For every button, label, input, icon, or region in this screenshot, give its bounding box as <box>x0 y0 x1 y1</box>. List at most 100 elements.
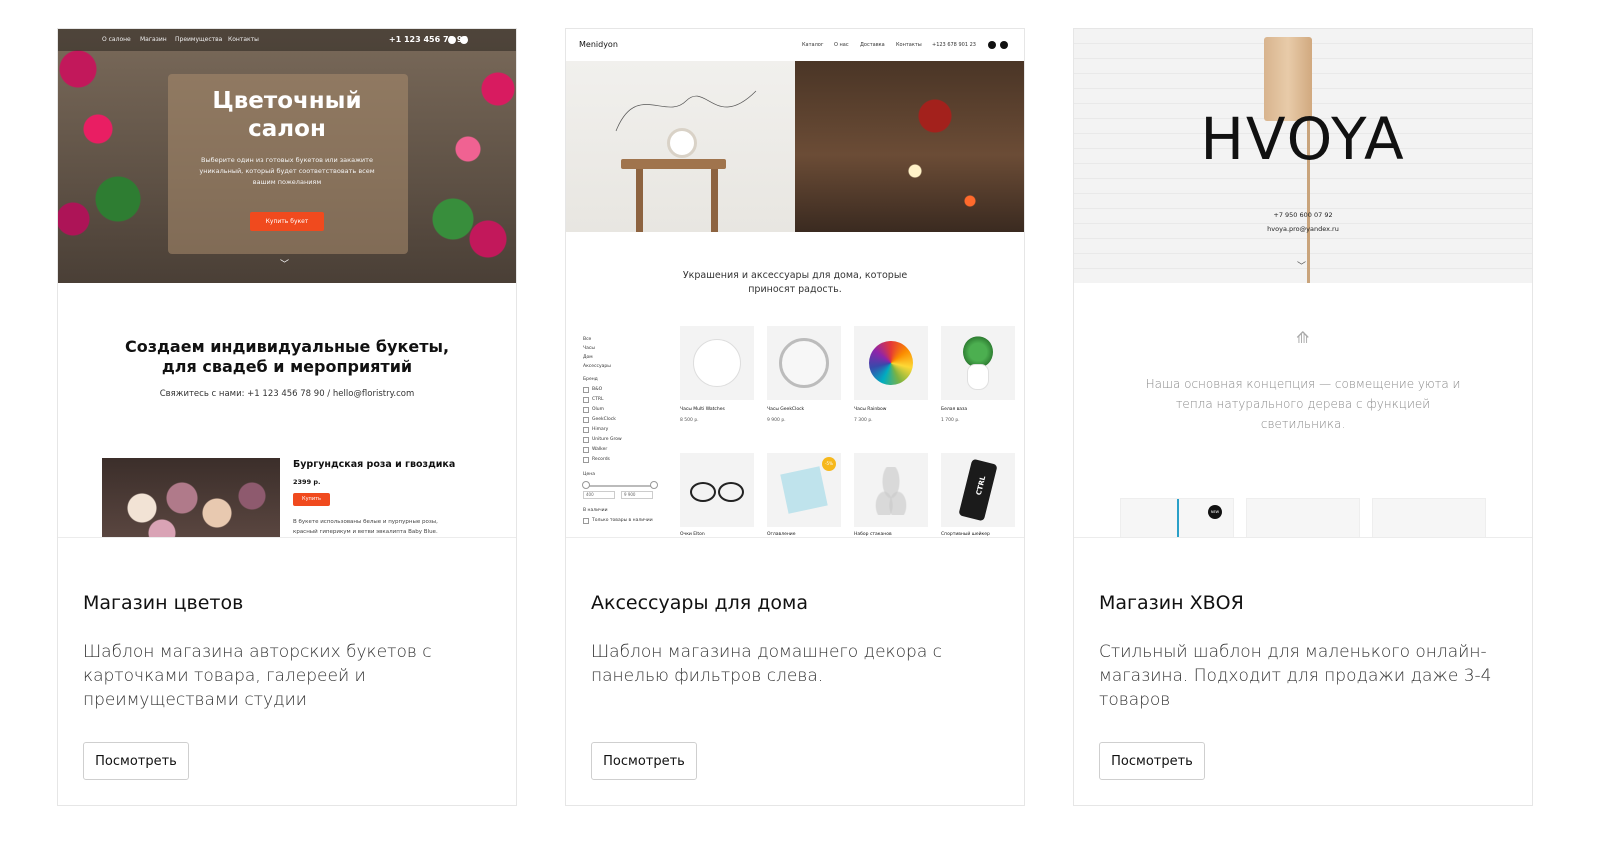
product-name: Очки Elton <box>680 532 705 537</box>
nav-link: Магазин <box>140 36 167 43</box>
card-description: Стильный шаблон для маленького онлайн-ма… <box>1099 642 1492 710</box>
filter-option: Только товары в наличии <box>592 518 653 523</box>
facebook-icon <box>448 36 456 44</box>
nav-link: Контакты <box>228 36 259 43</box>
product-image <box>854 326 928 400</box>
filter-option: CTRL <box>592 397 604 402</box>
sale-badge: -5% <box>822 457 836 471</box>
card-description: Шаблон магазина авторских букетов с карт… <box>83 642 432 710</box>
filter-heading: В наличии <box>583 508 608 513</box>
template-card-flowers[interactable]: О салоне Магазин Преимущества Контакты +… <box>57 28 517 806</box>
facebook-icon <box>988 41 996 49</box>
hero-title: Цветочный салон <box>212 88 362 142</box>
checkbox <box>583 407 589 413</box>
product-image <box>680 453 754 527</box>
view-button[interactable]: Посмотреть <box>83 742 189 780</box>
rainbow-clock-icon <box>869 341 913 385</box>
product-name: Оглавление <box>767 532 796 537</box>
instagram-icon <box>1000 41 1008 49</box>
shaker-icon: CTRL <box>958 458 998 522</box>
checkbox <box>583 457 589 463</box>
filter-option: Olum <box>592 407 605 412</box>
brand-logo: HVOYA <box>1200 105 1406 173</box>
filter-category: Все <box>583 337 592 342</box>
phone-number: +1 123 456 78 90 <box>388 35 468 44</box>
card-description: Шаблон магазина домашнего декора с панел… <box>591 642 942 686</box>
stool <box>621 159 726 169</box>
contact-line: Свяжитесь с нами: +1 123 456 78 90 / hel… <box>159 389 415 399</box>
glasses-set-icon <box>874 467 908 515</box>
product-name: Часы Multi Watches <box>680 407 725 412</box>
card-title: Магазин ХВОЯ <box>1099 592 1244 614</box>
clock-icon <box>693 339 741 387</box>
contact-block: +7 950 600 07 92 hvoya.pro@yandex.ru <box>1074 208 1532 236</box>
filter-heading: Цена <box>583 472 595 477</box>
product-price: 9 900 р. <box>767 418 786 423</box>
product-name: Часы Rainbow <box>854 407 887 412</box>
product-price: 1 700 р. <box>941 418 960 423</box>
chevron-down-icon: ﹀ <box>280 260 290 270</box>
filter-option: Records <box>592 457 610 462</box>
product-name: Белая ваза <box>941 407 968 412</box>
preview-logo: Menidyon <box>579 40 618 49</box>
nav-link: О нас <box>834 42 849 48</box>
filter-option: Walker <box>592 447 608 452</box>
product-image <box>1246 498 1360 537</box>
product-price: 2399 р. <box>293 478 321 486</box>
product-image <box>941 326 1015 400</box>
vase-icon <box>967 364 989 390</box>
price-slider <box>584 485 656 487</box>
card-title: Магазин цветов <box>83 592 244 614</box>
card-title: Аксессуары для дома <box>591 592 808 614</box>
nav-link: Контакты <box>896 42 922 48</box>
tree-icon: ⟰ <box>1296 328 1310 347</box>
product-title: Бургундская роза и гвоздика <box>293 459 456 470</box>
checkbox <box>583 427 589 433</box>
template-card-home-accessories[interactable]: Menidyon Каталог О нас Доставка Контакты… <box>565 28 1025 806</box>
tagline: Украшения и аксессуары для дома, которые… <box>682 270 908 295</box>
template-card-hvoya[interactable]: HVOYA +7 950 600 07 92 hvoya.pro@yandex.… <box>1073 28 1533 806</box>
phone-number: +7 950 600 07 92 <box>1273 211 1333 219</box>
phone-number: +123 678 901 23 <box>932 42 976 48</box>
filter-option: GeekClock <box>592 417 616 422</box>
chevron-down-icon: ﹀ <box>1297 262 1307 272</box>
price-slider-thumb <box>582 481 590 489</box>
price-to-field: 9 900 <box>621 491 653 499</box>
filter-category: Дом <box>583 355 593 360</box>
nav-link: Преимущества <box>175 36 223 43</box>
filter-option: Himary <box>592 427 609 432</box>
filter-option: Uniture Grow <box>592 437 622 442</box>
price-slider-thumb <box>650 481 658 489</box>
product-stripe <box>1177 499 1179 537</box>
checkbox <box>583 397 589 403</box>
filter-category: Аксессуары <box>583 364 611 369</box>
preview-navbar: О салоне Магазин Преимущества Контакты +… <box>58 29 516 51</box>
email-address: hvoya.pro@yandex.ru <box>1267 225 1339 233</box>
filter-category: Часы <box>583 346 595 351</box>
stool-leg <box>711 169 718 232</box>
product-image: -5% <box>767 453 841 527</box>
product-description: В букете использованы белые и пурпурные … <box>293 519 438 535</box>
section-title: Создаем индивидуальные букеты, для сваде… <box>124 337 450 376</box>
checkbox <box>583 417 589 423</box>
template-preview[interactable]: Menidyon Каталог О нас Доставка Контакты… <box>566 29 1024 538</box>
product-image <box>767 326 841 400</box>
buy-bouquet-button: Купить букет <box>250 212 324 231</box>
alarm-clock <box>667 128 697 158</box>
product-image: NEW <box>1120 498 1234 537</box>
template-preview[interactable]: HVOYA +7 950 600 07 92 hvoya.pro@yandex.… <box>1074 29 1532 538</box>
product-image <box>854 453 928 527</box>
template-preview[interactable]: О салоне Магазин Преимущества Контакты +… <box>58 29 516 538</box>
checkbox <box>583 387 589 393</box>
hero-subtitle: Выберите один из готовых букетов или зак… <box>199 156 375 186</box>
stool-leg <box>636 169 643 232</box>
nav-link: О салоне <box>102 36 131 43</box>
glasses-icon <box>688 482 746 502</box>
product-image: CTRL <box>941 453 1015 527</box>
product-price: 8 500 р. <box>680 418 699 423</box>
view-button[interactable]: Посмотреть <box>591 742 697 780</box>
product-image <box>1372 498 1486 537</box>
nav-link: Каталог <box>802 42 824 48</box>
view-button[interactable]: Посмотреть <box>1099 742 1205 780</box>
filter-option: B&O <box>592 387 603 392</box>
